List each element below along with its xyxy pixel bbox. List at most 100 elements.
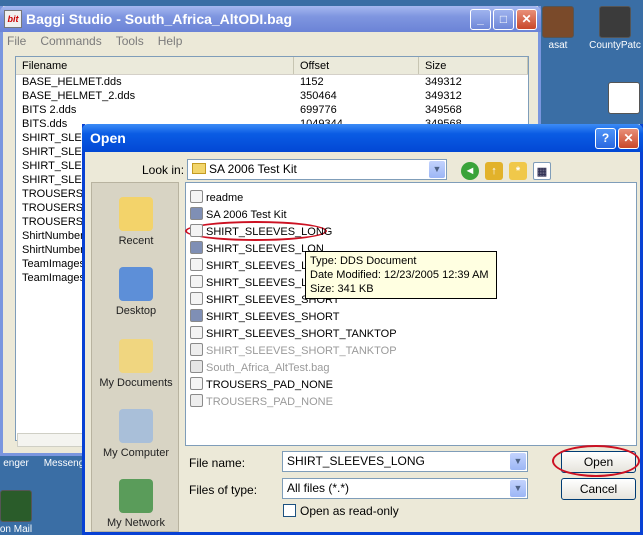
cell-offset: 350464 (300, 90, 337, 102)
files-of-type-value: All files (*.*) (287, 481, 350, 495)
document-icon (608, 82, 640, 114)
file-item-name: TROUSERS_PAD_NONE (206, 396, 333, 408)
look-in-value: SA 2006 Test Kit (209, 162, 297, 176)
view-menu-icon[interactable]: ▦ (533, 162, 551, 180)
mail-icon (0, 490, 32, 522)
baggi-menu-bar: File Commands Tools Help (7, 34, 182, 48)
place-my-network[interactable]: My Network (92, 479, 180, 529)
places-bar: Recent Desktop My Documents My Computer … (91, 182, 179, 532)
file-item-name: TROUSERS_PAD_NONE (206, 379, 333, 391)
file-icon (190, 326, 203, 339)
app-icon (599, 6, 631, 38)
place-label: Recent (118, 235, 154, 247)
file-item[interactable]: readme (190, 190, 243, 206)
app-icon (542, 6, 574, 38)
file-item[interactable]: SHIRT_SLEEVES_LON (190, 275, 324, 291)
place-my-computer[interactable]: My Computer (92, 409, 180, 459)
cell-offset: 1152 (300, 76, 324, 88)
baggi-logo-icon: bit (4, 10, 22, 28)
cell-size: 349312 (425, 76, 462, 88)
file-icon (190, 224, 203, 237)
minimize-button[interactable]: _ (470, 9, 491, 30)
file-icon (190, 394, 203, 407)
file-item[interactable]: South_Africa_AltTest.bag (190, 360, 330, 376)
chevron-down-icon[interactable]: ▼ (429, 161, 445, 178)
file-item-name: SHIRT_SLEEVES_LONG (206, 226, 333, 238)
cell-size: 349568 (425, 104, 462, 116)
help-button[interactable]: ? (595, 128, 616, 149)
file-item-name: readme (206, 192, 244, 204)
close-button[interactable]: ✕ (618, 128, 639, 149)
tooltip-size: Size: 341 KB (310, 283, 374, 295)
file-item[interactable]: TROUSERS_PAD_NONE (190, 394, 333, 410)
baggi-title: Baggi Studio - South_Africa_AltODI.bag (26, 11, 293, 27)
desktop-icon-doc[interactable] (594, 82, 643, 116)
file-icon (190, 377, 203, 390)
menu-help[interactable]: Help (158, 34, 183, 48)
desktop-icon-label: on Mail (0, 524, 33, 535)
file-icon (190, 207, 203, 220)
file-icon (190, 343, 203, 356)
file-item-name: South_Africa_AltTest.bag (206, 362, 330, 374)
file-icon (190, 292, 203, 305)
baggi-title-bar[interactable]: bit Baggi Studio - South_Africa_AltODI.b… (0, 6, 541, 32)
file-icon (190, 275, 203, 288)
place-recent[interactable]: Recent (92, 197, 180, 247)
file-tooltip: Type: DDS Document Date Modified: 12/23/… (305, 251, 497, 299)
file-item[interactable]: SHIRT_SLEEVES_LONG (190, 224, 332, 240)
files-of-type-label: Files of type: (189, 483, 258, 497)
menu-commands[interactable]: Commands (40, 34, 101, 48)
place-label: My Documents (99, 377, 173, 389)
column-offset[interactable]: Offset (294, 57, 419, 74)
place-my-documents[interactable]: My Documents (92, 339, 180, 389)
file-item[interactable]: SA 2006 Test Kit (190, 207, 287, 223)
file-item[interactable]: SHIRT_SLEEVES_LON (190, 258, 324, 274)
file-item-name: SHIRT_SLEEVES_SHORT_TANKTOP (206, 345, 397, 357)
new-folder-icon[interactable]: * (509, 162, 527, 180)
file-item-name: SA 2006 Test Kit (206, 209, 287, 221)
desktop-icon-label: asat (548, 40, 568, 51)
place-desktop[interactable]: Desktop (92, 267, 180, 317)
file-browser[interactable]: readme SA 2006 Test Kit SHIRT_SLEEVES_LONG… (185, 182, 637, 446)
file-item-name: SHIRT_SLEEVES_SHORT_TANKTOP (206, 328, 397, 340)
file-item[interactable]: TROUSERS_PAD_NONE (190, 377, 333, 393)
table-row[interactable]: BASE_HELMET.dds 1152 349312 (16, 75, 528, 89)
file-name-input[interactable]: SHIRT_SLEEVES_LONG ▼ (282, 451, 528, 472)
file-icon (190, 241, 203, 254)
desktop-icon-countypatc[interactable]: CountyPatc (585, 6, 643, 51)
file-item[interactable]: SHIRT_SLEEVES_SHORT (190, 309, 339, 325)
menu-file[interactable]: File (7, 34, 26, 48)
file-item[interactable]: SHIRT_SLEEVES_LON (190, 241, 324, 257)
cancel-button[interactable]: Cancel (561, 478, 636, 500)
column-size[interactable]: Size (419, 57, 528, 74)
chevron-down-icon[interactable]: ▼ (510, 453, 526, 470)
file-name-label: File name: (189, 456, 246, 470)
look-in-label: Look in: (142, 163, 185, 177)
table-row[interactable]: BITS 2.dds 699776 349568 (16, 103, 528, 117)
read-only-label: Open as read-only (300, 504, 399, 518)
table-row[interactable]: BASE_HELMET_2.dds 350464 349312 (16, 89, 528, 103)
file-item[interactable]: SHIRT_SLEEVES_SHORT_TANKTOP (190, 343, 397, 359)
my-network-icon (119, 479, 153, 513)
menu-tools[interactable]: Tools (116, 34, 144, 48)
read-only-checkbox[interactable] (283, 504, 296, 517)
back-icon[interactable]: ◄ (461, 162, 479, 180)
tooltip-type: Type: DDS Document (310, 255, 417, 267)
look-in-select[interactable]: SA 2006 Test Kit ▼ (187, 159, 447, 180)
cell-filename: BASE_HELMET.dds (22, 76, 122, 88)
file-icon (190, 360, 203, 373)
open-dialog-title-bar[interactable]: Open ? ✕ (82, 124, 643, 152)
maximize-button[interactable]: □ (493, 9, 514, 30)
files-of-type-select[interactable]: All files (*.*) ▼ (282, 478, 528, 499)
my-documents-icon (119, 339, 153, 373)
file-item[interactable]: SHIRT_SLEEVES_SHORT_TANKTOP (190, 326, 397, 342)
column-filename[interactable]: Filename (16, 57, 294, 74)
up-folder-icon[interactable]: ↑ (485, 162, 503, 180)
cell-size: 349312 (425, 90, 462, 102)
chevron-down-icon[interactable]: ▼ (510, 480, 526, 497)
file-item-name: SHIRT_SLEEVES_SHORT (206, 311, 340, 323)
file-icon (190, 190, 203, 203)
open-dialog-title: Open (90, 130, 126, 146)
desktop-icon-mail[interactable]: on Mail (0, 490, 46, 535)
close-button[interactable]: ✕ (516, 9, 537, 30)
